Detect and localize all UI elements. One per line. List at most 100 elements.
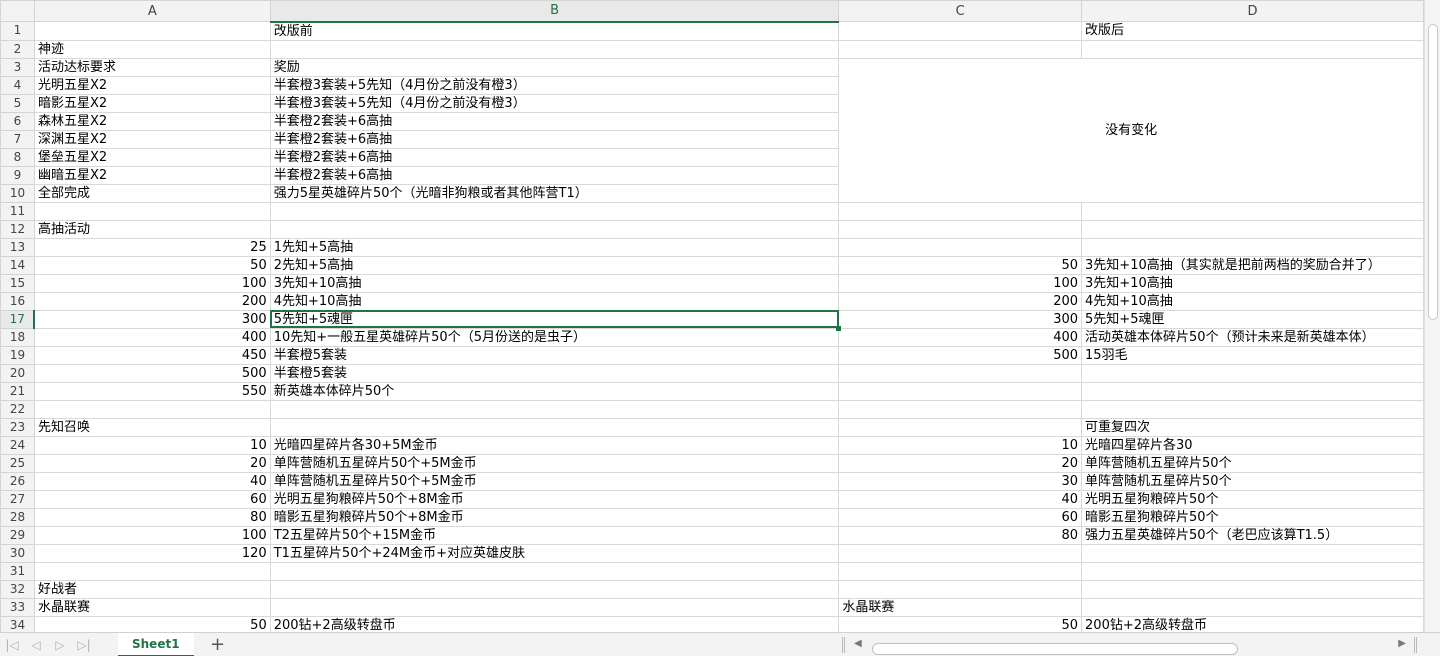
cell-c2[interactable] — [838, 39, 1083, 59]
cell-a25[interactable]: 20 — [33, 453, 271, 473]
cell-a30[interactable]: 120 — [33, 543, 271, 563]
cell-c1[interactable] — [838, 21, 1083, 41]
cell-d18[interactable]: 活动英雄本体碎片50个（预计未来是新英雄本体） — [1081, 327, 1424, 347]
cell-c16[interactable]: 200 — [838, 291, 1083, 311]
cell-b12[interactable] — [269, 219, 840, 239]
cell-c34[interactable]: 50 — [838, 615, 1083, 632]
cell-d13[interactable] — [1081, 237, 1424, 257]
cell-d2[interactable] — [1081, 39, 1424, 59]
cell-b29[interactable]: T2五星碎片50个+15M金币 — [269, 525, 840, 545]
cell-c18[interactable]: 400 — [838, 327, 1083, 347]
cell-a18[interactable]: 400 — [33, 327, 271, 347]
cell-b9[interactable]: 半套橙2套装+6高抽 — [269, 165, 840, 185]
cell-d33[interactable] — [1081, 597, 1424, 617]
cell-d14[interactable]: 3先知+10高抽（其实就是把前两档的奖励合并了） — [1081, 255, 1424, 275]
cell-d25[interactable]: 单阵营随机五星碎片50个 — [1081, 453, 1424, 473]
cell-b10[interactable]: 强力5星英雄碎片50个（光暗非狗粮或者其他阵营T1） — [269, 183, 840, 203]
row-header-10[interactable]: 10 — [0, 183, 35, 203]
row-header-32[interactable]: 32 — [0, 579, 35, 599]
cell-b27[interactable]: 光明五星狗粮碎片50个+8M金币 — [269, 489, 840, 509]
row-header-7[interactable]: 7 — [0, 129, 35, 149]
view-split-handle[interactable] — [1414, 637, 1417, 653]
cell-c15[interactable]: 100 — [838, 273, 1083, 293]
cell-b20[interactable]: 半套橙5套装 — [269, 363, 840, 383]
sheet-tab-sheet1[interactable]: Sheet1 — [118, 632, 194, 656]
cell-b16[interactable]: 4先知+10高抽 — [269, 291, 840, 311]
cell-c28[interactable]: 60 — [838, 507, 1083, 527]
row-header-2[interactable]: 2 — [0, 39, 35, 59]
cell-a7[interactable]: 深渊五星X2 — [33, 129, 271, 149]
cell-b24[interactable]: 光暗四星碎片各30+5M金币 — [269, 435, 840, 455]
cell-d11[interactable] — [1081, 201, 1424, 221]
cell-c14[interactable]: 50 — [838, 255, 1083, 275]
cell-b8[interactable]: 半套橙2套装+6高抽 — [269, 147, 840, 167]
cell-d30[interactable] — [1081, 543, 1424, 563]
row-header-17[interactable]: 17 — [0, 309, 36, 329]
cell-d1[interactable]: 改版后 — [1081, 21, 1424, 41]
cell-b4[interactable]: 半套橙3套装+5先知（4月份之前没有橙3） — [269, 75, 840, 95]
cell-a3[interactable]: 活动达标要求 — [33, 57, 271, 77]
cell-a17[interactable]: 300 — [33, 309, 271, 329]
cell-a11[interactable] — [33, 201, 271, 221]
cell-c23[interactable] — [838, 417, 1083, 437]
cell-c26[interactable]: 30 — [838, 471, 1083, 491]
vertical-scrollbar[interactable] — [1424, 0, 1440, 632]
first-sheet-icon[interactable]: |◁ — [0, 633, 24, 656]
cell-b25[interactable]: 单阵营随机五星碎片50个+5M金币 — [269, 453, 840, 473]
row-header-14[interactable]: 14 — [0, 255, 35, 275]
row-header-28[interactable]: 28 — [0, 507, 35, 527]
cell-b32[interactable] — [269, 579, 840, 599]
cell-a22[interactable] — [33, 399, 271, 419]
row-header-4[interactable]: 4 — [0, 75, 35, 95]
cell-d26[interactable]: 单阵营随机五星碎片50个 — [1081, 471, 1424, 491]
vertical-scroll-thumb[interactable] — [1428, 24, 1438, 320]
cell-a21[interactable]: 550 — [33, 381, 271, 401]
cell-b34[interactable]: 200钻+2高级转盘币 — [269, 615, 840, 632]
cell-a2[interactable]: 神迹 — [33, 39, 271, 59]
row-header-26[interactable]: 26 — [0, 471, 35, 491]
cell-b28[interactable]: 暗影五星狗粮碎片50个+8M金币 — [269, 507, 840, 527]
cell-b13[interactable]: 1先知+5高抽 — [269, 237, 840, 257]
cell-c31[interactable] — [838, 561, 1083, 581]
cell-d21[interactable] — [1081, 381, 1424, 401]
row-header-18[interactable]: 18 — [0, 327, 35, 347]
row-header-5[interactable]: 5 — [0, 93, 35, 113]
cell-a1[interactable] — [33, 21, 271, 41]
prev-sheet-icon[interactable]: ◁ — [24, 633, 48, 656]
cell-d27[interactable]: 光明五星狗粮碎片50个 — [1081, 489, 1424, 509]
cell-d34[interactable]: 200钻+2高级转盘币 — [1081, 615, 1424, 632]
row-header-8[interactable]: 8 — [0, 147, 35, 167]
row-header-6[interactable]: 6 — [0, 111, 35, 131]
select-all-corner[interactable] — [0, 0, 35, 22]
cell-c17[interactable]: 300 — [838, 309, 1083, 329]
cell-a6[interactable]: 森林五星X2 — [33, 111, 271, 131]
row-header-9[interactable]: 9 — [0, 165, 35, 185]
row-header-24[interactable]: 24 — [0, 435, 35, 455]
cell-b23[interactable] — [269, 417, 840, 437]
cell-a9[interactable]: 幽暗五星X2 — [33, 165, 271, 185]
cell-b3[interactable]: 奖励 — [269, 57, 840, 77]
cell-c25[interactable]: 20 — [838, 453, 1083, 473]
cell-b18[interactable]: 10先知+一般五星英雄碎片50个（5月份送的是虫子） — [269, 327, 840, 347]
cell-c21[interactable] — [838, 381, 1083, 401]
cell-a10[interactable]: 全部完成 — [33, 183, 271, 203]
cell-b6[interactable]: 半套橙2套装+6高抽 — [269, 111, 840, 131]
row-header-21[interactable]: 21 — [0, 381, 35, 401]
cell-c13[interactable] — [838, 237, 1083, 257]
row-header-16[interactable]: 16 — [0, 291, 35, 311]
cell-c20[interactable] — [838, 363, 1083, 383]
cell-a33[interactable]: 水晶联赛 — [33, 597, 271, 617]
column-header-d[interactable]: D — [1081, 0, 1424, 22]
cell-a19[interactable]: 450 — [33, 345, 271, 365]
cell-b2[interactable] — [269, 39, 840, 59]
row-header-29[interactable]: 29 — [0, 525, 35, 545]
scroll-right-icon[interactable]: ▶ — [1398, 638, 1406, 649]
merged-cell-c3-d10[interactable]: 没有变化 — [838, 57, 1424, 203]
cell-b30[interactable]: T1五星碎片50个+24M金币+对应英雄皮肤 — [269, 543, 840, 563]
cell-a5[interactable]: 暗影五星X2 — [33, 93, 271, 113]
cell-b1[interactable]: 改版前 — [269, 21, 840, 41]
cell-a29[interactable]: 100 — [33, 525, 271, 545]
cell-a16[interactable]: 200 — [33, 291, 271, 311]
next-sheet-icon[interactable]: ▷ — [48, 633, 72, 656]
row-header-3[interactable]: 3 — [0, 57, 35, 77]
